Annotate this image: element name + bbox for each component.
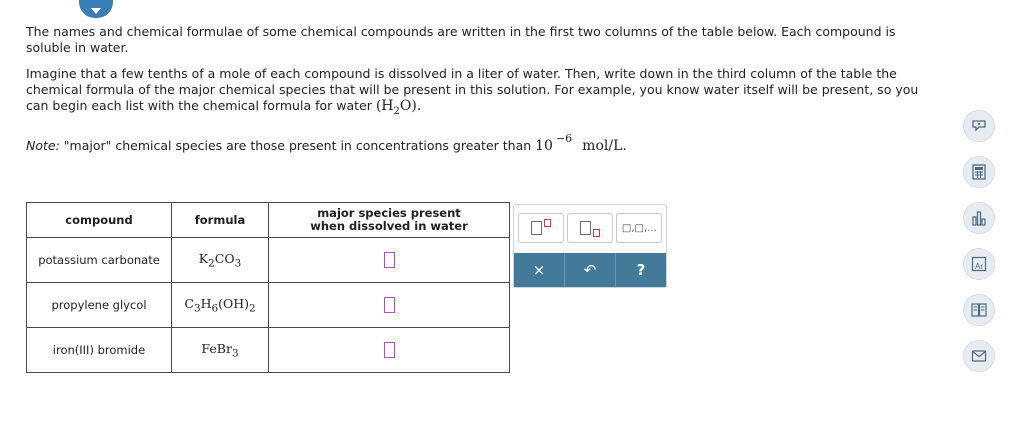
prompt-paragraph-1: The names and chemical formulae of some … — [26, 24, 896, 55]
compound-formula: FeBr3 — [171, 327, 269, 373]
calculator-button[interactable] — [963, 156, 995, 188]
answer-cell[interactable] — [268, 237, 510, 283]
collapse-toggle-button[interactable] — [79, 0, 113, 18]
note-exponent: −6 — [555, 131, 573, 145]
header-formula: formula — [171, 202, 269, 238]
table-row: potassium carbonate K2CO3 — [26, 237, 510, 283]
textbook-button[interactable] — [963, 294, 995, 326]
answer-cell[interactable] — [268, 327, 510, 373]
superscript-box-icon — [543, 219, 551, 227]
calculator-icon — [972, 164, 986, 180]
compound-name: iron(III) bromide — [26, 327, 172, 373]
answer-input[interactable] — [383, 297, 395, 313]
chevron-down-icon — [91, 8, 101, 14]
compound-table: compound formula major species present wh… — [26, 202, 510, 373]
compound-formula: C3H6(OH)2 — [171, 282, 269, 328]
box-icon — [579, 221, 591, 235]
math-palette: □,□,... × ↶ ? — [513, 204, 667, 288]
help-icon: ? — [636, 261, 646, 279]
data-button[interactable] — [963, 202, 995, 234]
prompt-paragraph-2-text: Imagine that a few tenths of a mole of e… — [26, 66, 919, 113]
note-paragraph: Note: "major" chemical species are those… — [26, 132, 926, 155]
list-glyph: □,□,... — [621, 222, 657, 234]
clear-button[interactable]: × — [514, 253, 565, 287]
undo-button[interactable]: ↶ — [565, 253, 616, 287]
subscript-box-icon — [592, 229, 600, 237]
table-header-row: compound formula major species present wh… — [26, 202, 510, 238]
explanation-icon — [972, 120, 986, 132]
compound-name: propylene glycol — [26, 282, 172, 328]
template-buttons: □,□,... — [514, 205, 666, 251]
periodic-table-button[interactable]: Ar — [963, 248, 995, 280]
note-label: Note: — [26, 137, 60, 153]
palette-actions: × ↶ ? — [514, 253, 666, 287]
periodic-label: Ar — [975, 262, 983, 271]
answer-input[interactable] — [383, 342, 395, 358]
close-icon: × — [532, 261, 546, 279]
prompt-paragraph-2: Imagine that a few tenths of a mole of e… — [26, 66, 926, 120]
water-formula: (H2O). — [375, 98, 422, 117]
compound-formula: K2CO3 — [171, 237, 269, 283]
textbook-icon — [971, 303, 987, 317]
data-chart-icon — [972, 211, 986, 226]
side-toolbar: Ar — [963, 110, 999, 386]
superscript-template-button[interactable] — [517, 213, 564, 243]
compound-name: potassium carbonate — [26, 237, 172, 283]
header-major-species: major species present when dissolved in w… — [268, 202, 510, 238]
periodic-table-icon: Ar — [971, 256, 987, 272]
explanation-button[interactable] — [963, 110, 995, 142]
note-base: 10 — [535, 137, 553, 154]
help-button[interactable]: ? — [616, 253, 666, 287]
message-button[interactable] — [963, 340, 995, 372]
note-text: "major" chemical species are those prese… — [63, 137, 532, 153]
list-template-button[interactable]: □,□,... — [616, 213, 663, 243]
undo-icon: ↶ — [583, 261, 597, 279]
header-compound: compound — [26, 202, 172, 238]
note-unit: mol/L. — [582, 137, 627, 154]
answer-input[interactable] — [383, 252, 395, 268]
table-row: propylene glycol C3H6(OH)2 — [26, 282, 510, 328]
box-icon — [530, 221, 542, 235]
message-icon — [971, 350, 987, 362]
question-prompt: The names and chemical formulae of some … — [26, 24, 926, 165]
answer-cell[interactable] — [268, 282, 510, 328]
table-row: iron(III) bromide FeBr3 — [26, 327, 510, 373]
subscript-template-button[interactable] — [566, 213, 613, 243]
